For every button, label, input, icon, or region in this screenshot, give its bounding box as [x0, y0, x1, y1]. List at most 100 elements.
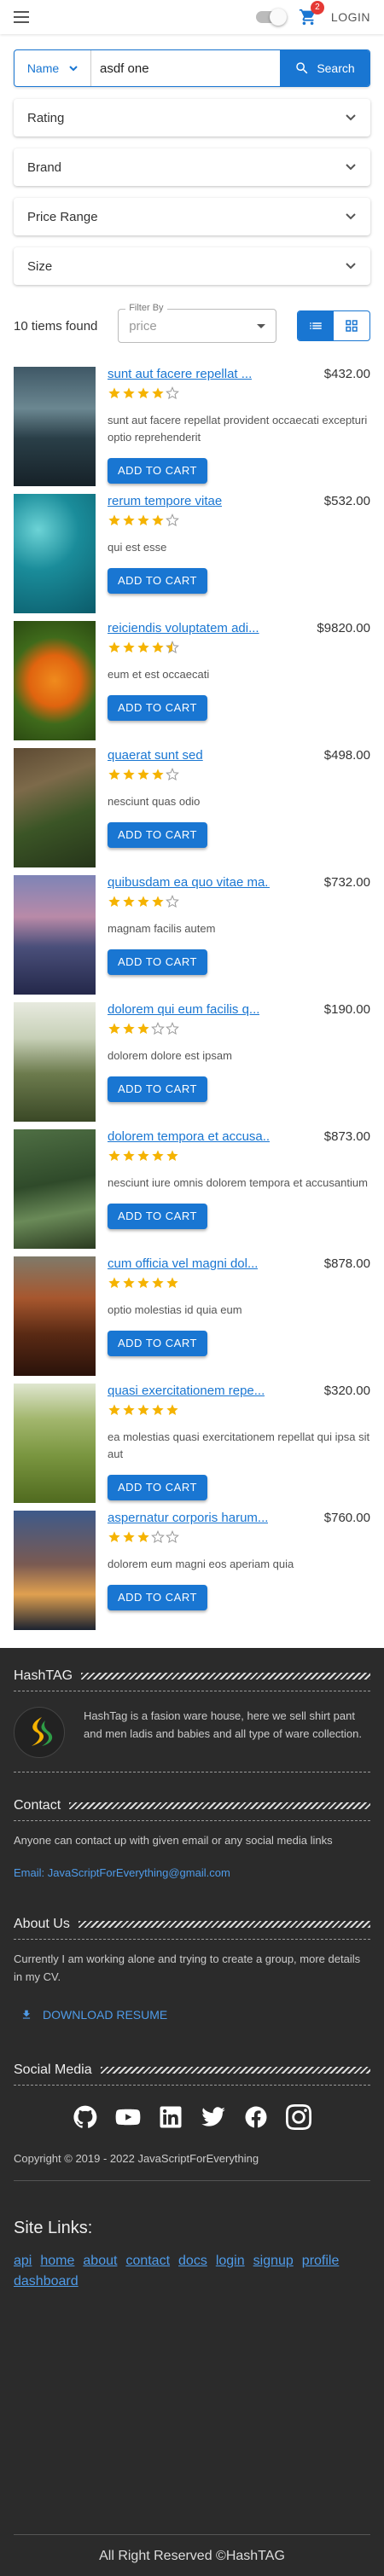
twitter-icon[interactable] — [201, 2104, 226, 2130]
download-icon — [22, 2010, 31, 2019]
star-icon — [166, 641, 179, 654]
divider — [81, 1673, 370, 1680]
star-icon — [108, 1404, 120, 1415]
product-name-link[interactable]: reiciendis voluptatem adi... — [108, 621, 259, 635]
product-name-link[interactable]: cum officia vel magni dol... — [108, 1256, 258, 1271]
site-link-home[interactable]: home — [40, 2254, 74, 2269]
star-icon — [137, 1277, 149, 1288]
product-name-link[interactable]: dolorem tempora et accusa... — [108, 1129, 270, 1144]
search-button[interactable]: Search — [280, 50, 369, 86]
product-name-link[interactable]: rerum tempore vitae — [108, 494, 222, 508]
add-to-cart-button[interactable]: ADD TO CART — [108, 458, 207, 484]
contact-text: Anyone can contact up with given email o… — [14, 1834, 333, 1847]
add-to-cart-button[interactable]: ADD TO CART — [108, 568, 207, 594]
product-rating — [108, 1403, 370, 1417]
product-name-link[interactable]: quasi exercitationem repe... — [108, 1384, 265, 1398]
grid-view-button[interactable] — [334, 311, 369, 340]
login-button[interactable]: LOGIN — [331, 10, 370, 24]
filter-brand[interactable]: Brand — [14, 148, 370, 186]
product-card: cum officia vel magni dol... $878.00 optio… — [14, 1256, 370, 1376]
list-view-button[interactable] — [298, 311, 334, 340]
add-to-cart-button[interactable]: ADD TO CART — [108, 1204, 207, 1229]
add-to-cart-button[interactable]: ADD TO CART — [108, 1331, 207, 1356]
product-header: quaerat sunt sed $498.00 — [108, 748, 370, 763]
product-price: $320.00 — [323, 1384, 370, 1398]
youtube-icon[interactable] — [115, 2104, 141, 2130]
site-link-signup[interactable]: signup — [253, 2254, 294, 2269]
contact-email-link[interactable]: Email: JavaScriptForEverything@gmail.com — [14, 1866, 370, 1879]
star-icon — [152, 1150, 164, 1161]
product-image[interactable] — [14, 875, 96, 995]
product-image[interactable] — [14, 621, 96, 740]
product-price: $532.00 — [323, 494, 370, 508]
filter-size[interactable]: Size — [14, 247, 370, 285]
product-card: quaerat sunt sed $498.00 nesciunt quas odi… — [14, 748, 370, 867]
star-icon — [123, 1531, 135, 1542]
product-name-link[interactable]: quaerat sunt sed — [108, 748, 203, 763]
sort-select[interactable]: Filter By price — [118, 303, 277, 343]
product-header: sunt aut facere repellat ... $432.00 — [108, 367, 370, 381]
search-field-value: Name — [26, 61, 60, 75]
add-to-cart-button[interactable]: ADD TO CART — [108, 695, 207, 721]
product-image[interactable] — [14, 1256, 96, 1376]
product-info: quasi exercitationem repe... $320.00 ea mo… — [96, 1384, 370, 1503]
divider — [100, 2067, 370, 2074]
site-link-docs[interactable]: docs — [178, 2254, 207, 2269]
instagram-icon[interactable] — [286, 2104, 311, 2130]
site-link-dashboard[interactable]: dashboard — [14, 2274, 79, 2289]
product-image[interactable] — [14, 1002, 96, 1122]
cart-button[interactable]: 2 — [299, 1, 324, 26]
product-rating — [108, 641, 370, 654]
add-to-cart-button[interactable]: ADD TO CART — [108, 1585, 207, 1610]
search-field-select[interactable]: Name — [15, 50, 91, 86]
product-card: dolorem qui eum facilis q... $190.00 dolor… — [14, 1002, 370, 1122]
product-price: $498.00 — [323, 748, 370, 763]
star-icon — [123, 896, 135, 907]
view-toggle — [297, 310, 370, 341]
product-header: rerum tempore vitae $532.00 — [108, 494, 370, 508]
site-link-profile[interactable]: profile — [302, 2254, 340, 2269]
product-image[interactable] — [14, 1384, 96, 1503]
product-image[interactable] — [14, 367, 96, 486]
site-link-contact[interactable]: contact — [125, 2254, 170, 2269]
search-input[interactable] — [91, 50, 280, 86]
product-card: reiciendis voluptatem adi... $9820.00 eum … — [14, 621, 370, 740]
product-name-link[interactable]: dolorem qui eum facilis q... — [108, 1002, 259, 1017]
add-to-cart-button[interactable]: ADD TO CART — [108, 822, 207, 848]
github-icon[interactable] — [73, 2104, 98, 2130]
about-title: About Us — [14, 1917, 70, 1931]
product-name-link[interactable]: aspernatur corporis harum... — [108, 1511, 268, 1525]
facebook-icon[interactable] — [243, 2104, 269, 2130]
star-icon — [151, 1022, 165, 1036]
star-icon — [166, 513, 179, 527]
site-link-about[interactable]: about — [83, 2254, 117, 2269]
star-icon — [152, 514, 164, 525]
filter-rating[interactable]: Rating — [14, 99, 370, 136]
divider — [14, 2180, 370, 2181]
social-links — [14, 2104, 370, 2130]
site-link-api[interactable]: api — [14, 2254, 32, 2269]
product-image[interactable] — [14, 748, 96, 867]
download-resume-button[interactable]: DOWNLOAD RESUME — [20, 2008, 370, 2022]
filter-price-range[interactable]: Price Range — [14, 198, 370, 235]
product-image[interactable] — [14, 494, 96, 613]
product-name-link[interactable]: quibusdam ea quo vitae ma... — [108, 875, 270, 890]
add-to-cart-button[interactable]: ADD TO CART — [108, 949, 207, 975]
add-to-cart-button[interactable]: ADD TO CART — [108, 1076, 207, 1102]
product-name-link[interactable]: sunt aut facere repellat ... — [108, 367, 252, 381]
product-image[interactable] — [14, 1129, 96, 1249]
star-icon — [152, 896, 164, 907]
add-to-cart-button[interactable]: ADD TO CART — [108, 1475, 207, 1500]
site-link-login[interactable]: login — [216, 2254, 245, 2269]
linkedin-icon[interactable] — [158, 2104, 183, 2130]
contact-title: Contact — [14, 1798, 61, 1813]
about-section-header: About Us — [14, 1917, 370, 1932]
divider — [14, 2534, 370, 2535]
menu-icon[interactable] — [14, 11, 29, 23]
theme-toggle[interactable] — [255, 9, 287, 26]
product-info: quibusdam ea quo vitae ma... $732.00 magna… — [96, 875, 370, 995]
brand-description: HashTag is a fasion ware house, here we … — [84, 1709, 362, 1740]
star-icon — [123, 769, 135, 780]
star-icon — [123, 641, 135, 653]
product-image[interactable] — [14, 1511, 96, 1630]
